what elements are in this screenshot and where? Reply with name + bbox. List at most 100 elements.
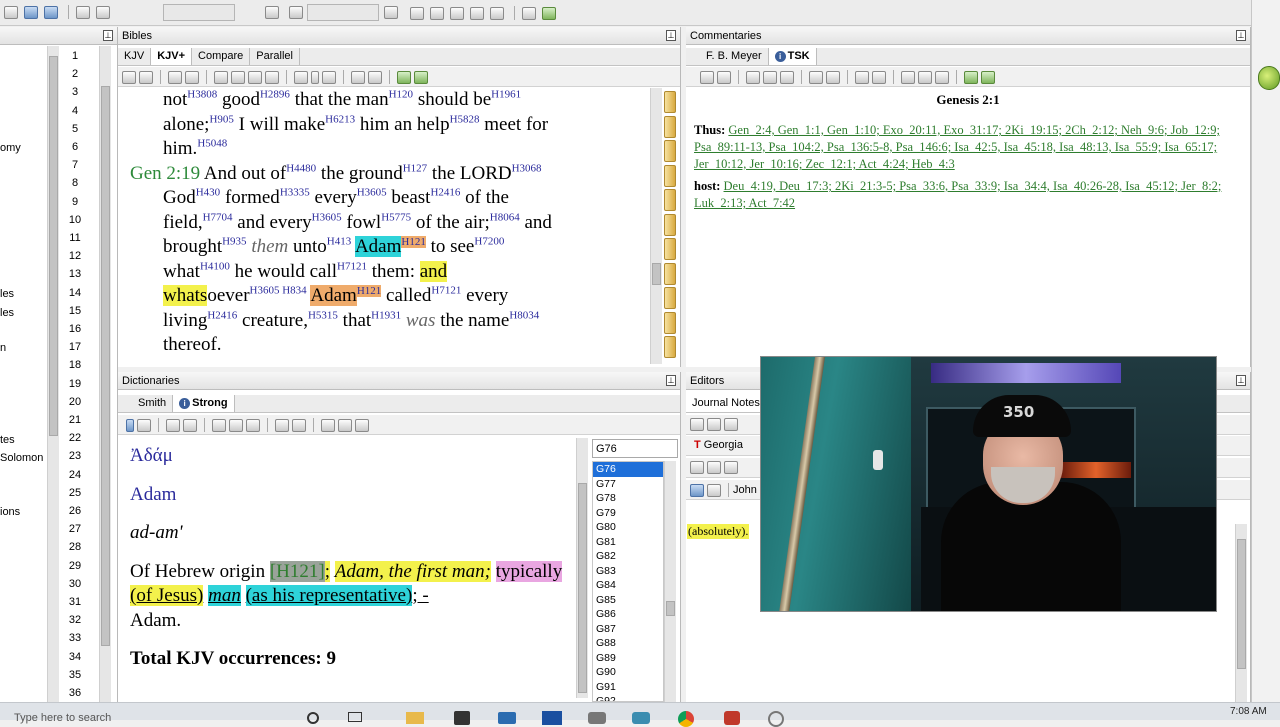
tab-fb-meyer[interactable]: F. B. Meyer bbox=[700, 48, 769, 65]
green-icon[interactable] bbox=[542, 6, 557, 20]
app-icon-red[interactable] bbox=[724, 711, 740, 725]
copy-icon[interactable] bbox=[122, 70, 136, 84]
window-icon-4[interactable] bbox=[470, 6, 485, 20]
strongs-list-item[interactable]: G87 bbox=[593, 622, 663, 637]
verse-ref-link[interactable]: Gen 2:19 bbox=[130, 163, 200, 184]
comm-copy-icon[interactable] bbox=[763, 70, 778, 84]
taskbar-search[interactable]: Type here to search bbox=[14, 712, 111, 724]
comm-list-icon[interactable] bbox=[746, 70, 761, 84]
dict-copy-icon[interactable] bbox=[137, 418, 151, 432]
paste-icon[interactable] bbox=[248, 70, 263, 84]
window-icon-5[interactable] bbox=[490, 6, 505, 20]
dict-pin-icon[interactable]: ⊥ bbox=[666, 375, 676, 386]
back-icon[interactable] bbox=[24, 5, 39, 19]
align-right-icon[interactable] bbox=[724, 461, 738, 474]
dict-back-icon[interactable] bbox=[126, 418, 134, 432]
pin-icon[interactable]: ⊥ bbox=[103, 30, 113, 41]
highlight-dropdown-icon[interactable] bbox=[311, 70, 320, 84]
dict-cut-icon[interactable] bbox=[246, 418, 261, 432]
taskview-icon[interactable] bbox=[348, 712, 362, 722]
comm-page-icon-2[interactable] bbox=[918, 70, 933, 84]
layout-icon[interactable] bbox=[4, 5, 18, 19]
strongs-list-item[interactable]: G89 bbox=[593, 651, 663, 666]
tab-smith[interactable]: Smith bbox=[132, 395, 174, 412]
bible-side-tool-icon[interactable] bbox=[664, 213, 676, 236]
strongs-list-item[interactable]: G91 bbox=[593, 680, 663, 695]
strongs-search-input[interactable] bbox=[592, 439, 678, 458]
strongs-list-item[interactable]: G77 bbox=[593, 477, 663, 492]
bible-side-tool-icon[interactable] bbox=[664, 140, 676, 162]
left-scroll-thumb[interactable] bbox=[49, 56, 58, 436]
align-center-icon[interactable] bbox=[707, 461, 721, 474]
dict-book-icon[interactable] bbox=[338, 418, 353, 432]
strongs-list-item[interactable]: G85 bbox=[593, 593, 663, 608]
window-icon-3[interactable] bbox=[450, 6, 465, 20]
clear-icon[interactable] bbox=[96, 5, 111, 19]
comm-search-icon[interactable] bbox=[700, 70, 714, 84]
left-scrollbar[interactable] bbox=[47, 46, 59, 702]
comm-highlight-icon[interactable] bbox=[809, 70, 824, 84]
clear-search-icon[interactable] bbox=[185, 70, 200, 84]
copy-verse-icon[interactable] bbox=[231, 70, 246, 84]
dict-list-icon[interactable] bbox=[212, 418, 227, 432]
bible-scrollbar[interactable] bbox=[650, 88, 662, 364]
style-icon[interactable] bbox=[322, 70, 337, 84]
strongs-list-item[interactable]: G84 bbox=[593, 578, 663, 593]
bible-side-tool-icon[interactable] bbox=[664, 164, 676, 187]
highlight-adam[interactable]: Adam bbox=[354, 236, 402, 257]
app-icon-teal[interactable] bbox=[632, 712, 650, 724]
bible-side-tool-icon[interactable] bbox=[664, 189, 676, 211]
app-icon-circle[interactable] bbox=[768, 711, 784, 727]
layout-toggle-icon[interactable] bbox=[368, 70, 383, 84]
strongs-list-item[interactable]: G92 bbox=[593, 694, 663, 701]
tools-icon[interactable] bbox=[265, 6, 279, 19]
def-ref-link[interactable]: [H121] bbox=[269, 560, 325, 582]
chrome-icon[interactable] bbox=[678, 711, 694, 727]
strongs-list-item[interactable]: G79 bbox=[593, 506, 663, 521]
tab-tsk[interactable]: i TSK bbox=[768, 48, 817, 65]
list-icon[interactable] bbox=[214, 70, 229, 84]
dict-highlight-icon[interactable] bbox=[275, 418, 290, 432]
app-icon-blue[interactable] bbox=[542, 711, 562, 725]
tab-parallel[interactable]: Parallel bbox=[250, 48, 300, 65]
highlight-icon[interactable] bbox=[294, 70, 309, 84]
comm-page-icon-3[interactable] bbox=[935, 70, 950, 84]
window-icon-1[interactable] bbox=[410, 6, 424, 20]
dict-style-icon[interactable] bbox=[292, 418, 307, 432]
store-icon[interactable] bbox=[454, 711, 470, 725]
strongs-scrollbar[interactable] bbox=[664, 461, 676, 702]
sync-forward-icon[interactable] bbox=[414, 70, 429, 84]
export-icon[interactable] bbox=[707, 483, 721, 497]
explorer-icon[interactable] bbox=[406, 712, 424, 724]
save-icon[interactable] bbox=[690, 483, 704, 497]
strongs-list-item[interactable]: G86 bbox=[593, 607, 663, 622]
tab-journal-notes[interactable]: Journal Notes bbox=[686, 395, 767, 412]
app-icon-gray[interactable] bbox=[588, 712, 606, 724]
search-icon[interactable] bbox=[168, 70, 183, 84]
comm-page-icon-1[interactable] bbox=[901, 70, 916, 84]
mail-icon[interactable] bbox=[498, 712, 516, 724]
thus-refs[interactable]: Gen_2:4, Gen_1:1, Gen_1:10; Exo_20:11, E… bbox=[694, 123, 1220, 171]
font-name[interactable]: Georgia bbox=[704, 439, 743, 451]
strongs-list-item[interactable]: G80 bbox=[593, 520, 663, 535]
bible-side-tool-icon[interactable] bbox=[664, 287, 676, 309]
dict-zoom-icon[interactable] bbox=[321, 418, 336, 432]
editor-find-icon[interactable] bbox=[724, 418, 738, 431]
tab-strong[interactable]: i Strong bbox=[173, 395, 235, 412]
bible-side-tool-icon[interactable] bbox=[664, 91, 676, 113]
bible-scroll-thumb[interactable] bbox=[652, 263, 661, 285]
comm-link-icon[interactable] bbox=[872, 70, 887, 84]
module-select[interactable] bbox=[163, 4, 235, 21]
comm-zoom-icon[interactable] bbox=[855, 70, 870, 84]
strongs-list-item[interactable]: G78 bbox=[593, 491, 663, 506]
binoculars-icon[interactable] bbox=[76, 5, 91, 19]
bibles-pin-icon[interactable]: ⊥ bbox=[666, 30, 676, 41]
bible-side-tool-icon[interactable] bbox=[664, 262, 676, 285]
search-icon-taskbar[interactable] bbox=[307, 712, 319, 724]
brush-icon[interactable] bbox=[384, 6, 398, 19]
dict-link-icon[interactable] bbox=[355, 418, 370, 432]
clock[interactable]: 7:08 AM bbox=[1230, 706, 1267, 717]
font-color-icon[interactable]: T bbox=[694, 439, 701, 451]
sync-back-icon[interactable] bbox=[397, 70, 412, 84]
bible-side-tool-icon[interactable] bbox=[664, 115, 676, 138]
